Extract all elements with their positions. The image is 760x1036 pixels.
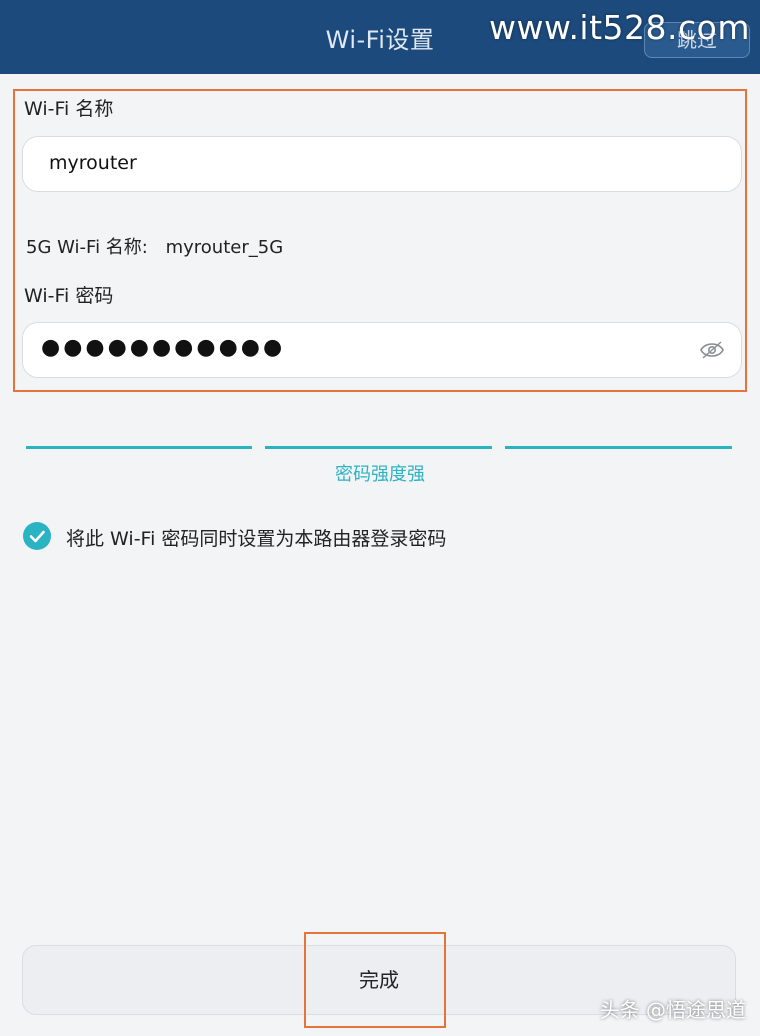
sync-login-password-label[interactable]: 将此 Wi-Fi 密码同时设置为本路由器登录密码	[66, 524, 446, 551]
strength-bar-2	[265, 446, 492, 449]
form-highlight-box	[13, 89, 747, 392]
password-strength-text: 密码强度强	[335, 464, 425, 485]
site-watermark: www.it528.com	[489, 8, 750, 47]
top-bar: Wi-Fi设置 跳过 www.it528.com	[0, 0, 760, 74]
footer-watermark: 头条 @悟途思道	[599, 998, 746, 1022]
strength-bar-3	[505, 446, 732, 449]
done-highlight-box	[304, 932, 446, 1028]
strength-bar-1	[26, 446, 252, 449]
checkbox-checked-icon[interactable]	[23, 522, 51, 550]
